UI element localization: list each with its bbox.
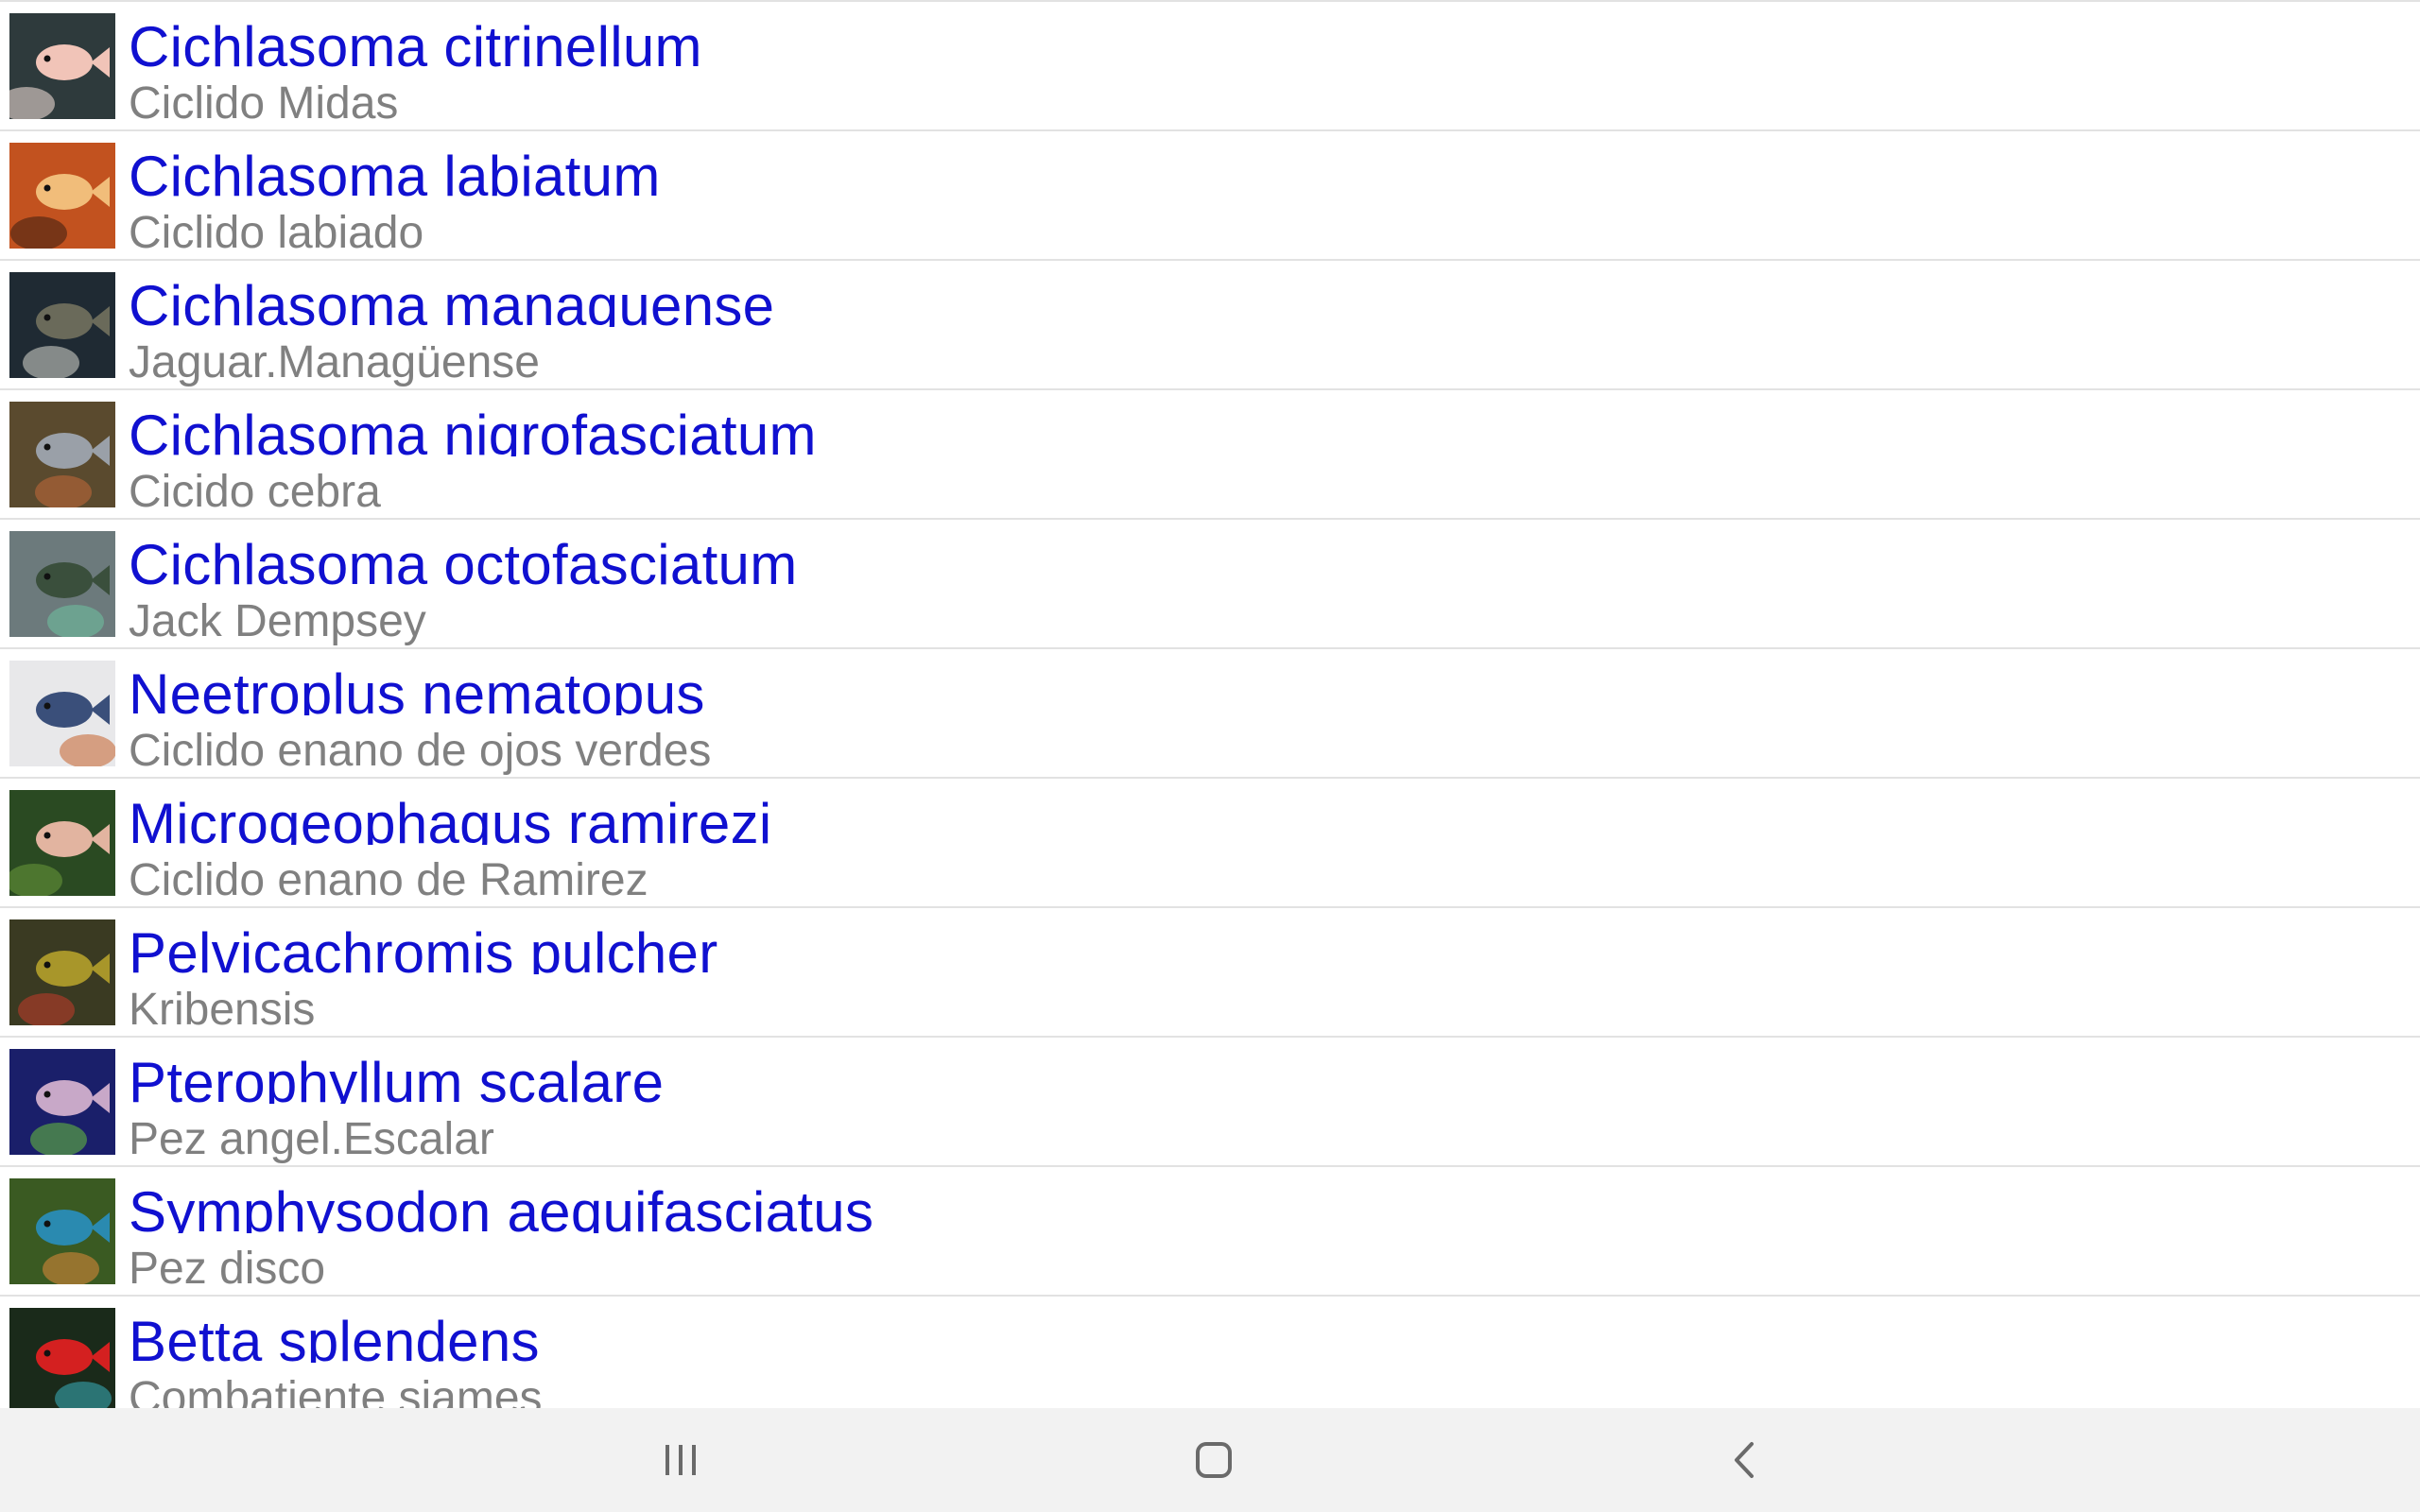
fish-thumbnail (9, 402, 115, 507)
species-scientific-name: Betta splendens (129, 1310, 540, 1363)
species-scientific-name: Neetroplus nematopus (129, 662, 705, 715)
list-item[interactable]: Pterophyllum scalare Pez angel.Escalar (0, 1038, 2420, 1167)
fish-thumbnail-image (9, 531, 115, 637)
navigation-bar (0, 1408, 2420, 1512)
list-item[interactable]: Pelvicachromis pulcher Kribensis (0, 908, 2420, 1038)
recent-apps-icon (666, 1445, 696, 1475)
species-scientific-name: Pterophyllum scalare (129, 1051, 665, 1104)
fish-thumbnail-image (9, 1049, 115, 1155)
species-scientific-name: Cichlasoma octofasciatum (129, 533, 798, 586)
list-item[interactable]: Cichlasoma citrinellum Ciclido Midas (0, 2, 2420, 131)
species-common-name: Jack Dempsey (129, 596, 426, 646)
fish-thumbnail-image (9, 402, 115, 507)
species-common-name: Ciclido Midas (129, 78, 399, 129)
species-common-name: Pez disco (129, 1244, 326, 1294)
species-common-name: Jaguar.Managüense (129, 337, 540, 387)
fish-thumbnail-image (9, 661, 115, 766)
fish-thumbnail (9, 661, 115, 766)
species-list[interactable]: Cichlasoma citrinellum Ciclido Midas Cichl… (0, 0, 2420, 1410)
species-scientific-name: Cichlasoma managuense (129, 274, 775, 327)
species-scientific-name: Cichlasoma nigrofasciatum (129, 404, 817, 456)
fish-thumbnail-image (9, 272, 115, 378)
species-scientific-name: Symphysodon aequifasciatus (129, 1180, 874, 1233)
back-icon (1735, 1442, 1754, 1478)
back-button[interactable] (1688, 1422, 1802, 1498)
app-screen: Cichlasoma citrinellum Ciclido Midas Cichl… (0, 0, 2420, 1512)
fish-thumbnail-image (9, 1308, 115, 1410)
list-item[interactable]: Cichlasoma octofasciatum Jack Dempsey (0, 520, 2420, 649)
list-item[interactable]: Microgeophagus ramirezi Ciclido enano de … (0, 779, 2420, 908)
species-scientific-name: Pelvicachromis pulcher (129, 921, 718, 974)
fish-thumbnail (9, 143, 115, 249)
species-common-name: Ciclido labiado (129, 208, 424, 258)
list-item[interactable]: Cichlasoma managuense Jaguar.Managüense (0, 261, 2420, 390)
species-scientific-name: Microgeophagus ramirezi (129, 792, 772, 845)
fish-thumbnail (9, 790, 115, 896)
fish-thumbnail (9, 1308, 115, 1410)
species-common-name: Ciclido enano de Ramirez (129, 855, 648, 905)
species-scientific-name: Cichlasoma labiatum (129, 145, 661, 198)
list-item[interactable]: Cichlasoma labiatum Ciclido labiado (0, 131, 2420, 261)
fish-thumbnail (9, 1049, 115, 1155)
list-item[interactable]: Neetroplus nematopus Ciclido enano de ojo… (0, 649, 2420, 779)
species-common-name: Kribensis (129, 985, 316, 1035)
fish-thumbnail-image (9, 919, 115, 1025)
list-item[interactable]: Symphysodon aequifasciatus Pez disco (0, 1167, 2420, 1297)
home-icon (1196, 1442, 1232, 1478)
list-item[interactable]: Betta splendens Combatiente siames (0, 1297, 2420, 1410)
list-item[interactable]: Cichlasoma nigrofasciatum Cicido cebra (0, 390, 2420, 520)
fish-thumbnail (9, 13, 115, 119)
fish-thumbnail (9, 272, 115, 378)
home-button[interactable] (1157, 1422, 1270, 1498)
species-scientific-name: Cichlasoma citrinellum (129, 15, 702, 68)
species-common-name: Ciclido enano de ojos verdes (129, 726, 712, 776)
fish-thumbnail (9, 919, 115, 1025)
fish-thumbnail-image (9, 143, 115, 249)
fish-thumbnail-image (9, 1178, 115, 1284)
species-common-name: Cicido cebra (129, 467, 381, 517)
fish-thumbnail-image (9, 790, 115, 896)
fish-thumbnail (9, 531, 115, 637)
species-common-name: Pez angel.Escalar (129, 1114, 494, 1164)
species-common-name: Combatiente siames (129, 1373, 543, 1410)
recent-apps-button[interactable] (624, 1422, 737, 1498)
fish-thumbnail-image (9, 13, 115, 119)
fish-thumbnail (9, 1178, 115, 1284)
